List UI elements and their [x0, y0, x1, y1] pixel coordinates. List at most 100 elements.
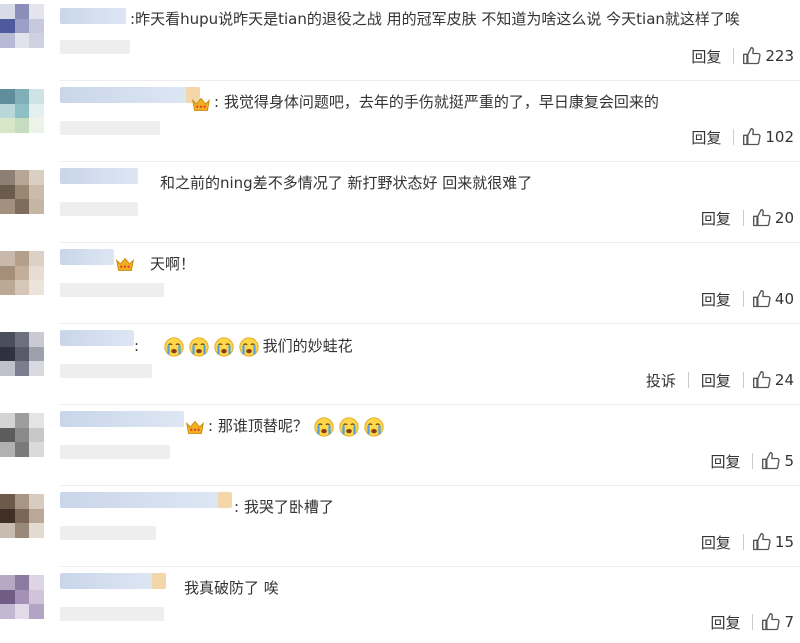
comment-item: 和之前的ning差不多情况了 新打野状态好 回来就很难了 回复 20: [0, 162, 800, 243]
thumbs-up-icon: [762, 613, 781, 631]
username-blurred[interactable]: [60, 411, 184, 427]
comment-text: :昨天看hupu说昨天是tian的退役之战 用的冠军皮肤 不知道为啥这么说 今天…: [130, 8, 740, 30]
reply-button[interactable]: 回复: [706, 451, 744, 472]
thumbs-up-icon: [743, 47, 761, 65]
crying-face-icon: [164, 336, 184, 357]
action-divider: [742, 210, 744, 226]
crown-icon: [186, 420, 204, 434]
comment-body: 和之前的ning差不多情况了 新打野状态好 回来就很难了: [160, 174, 533, 192]
comment-actions: 回复 7: [706, 611, 794, 633]
like-count: 5: [784, 452, 794, 470]
action-divider: [752, 614, 754, 630]
like-count: 102: [765, 128, 794, 146]
meta-blurred: [60, 40, 130, 54]
comment-body: 我们的妙蛙花: [262, 337, 353, 355]
comment-actions: 回复 20: [697, 207, 794, 229]
like-button[interactable]: 223: [742, 46, 794, 66]
reply-button[interactable]: 回复: [697, 208, 735, 229]
comment-text: : 我哭了卧槽了: [234, 496, 334, 518]
comment-actions: 回复 5: [706, 450, 794, 472]
crying-face-icon: [314, 416, 334, 437]
username-blurred[interactable]: [60, 249, 114, 265]
username-blurred[interactable]: [60, 492, 220, 508]
report-button[interactable]: 投诉: [642, 370, 680, 391]
username-blurred-tail: [152, 573, 166, 589]
username-blurred[interactable]: [60, 330, 134, 346]
crying-face-icon: [364, 416, 384, 437]
comment-item: : 我觉得身体问题吧，去年的手伤就挺严重的了，早日康复会回来的 回复 102: [0, 81, 800, 162]
comment-text: : 我们的妙蛙花: [134, 335, 353, 358]
comment-text: 我真破防了 唉: [184, 577, 279, 599]
comment-text: : 那谁顶替呢？: [208, 415, 388, 438]
like-button[interactable]: 20: [752, 208, 794, 228]
action-divider: [742, 372, 744, 388]
like-button[interactable]: 7: [761, 612, 794, 632]
like-count: 223: [765, 47, 794, 65]
meta-blurred: [60, 202, 138, 216]
comment-item: : 那谁顶替呢？ 回复 5: [0, 405, 800, 486]
thumbs-up-icon: [762, 452, 781, 470]
reply-button[interactable]: 回复: [697, 289, 735, 310]
like-button[interactable]: 102: [742, 127, 794, 147]
colon-label: :: [134, 337, 140, 355]
avatar[interactable]: [0, 4, 44, 48]
action-divider: [742, 534, 744, 550]
comment-item: :昨天看hupu说昨天是tian的退役之战 用的冠军皮肤 不知道为啥这么说 今天…: [0, 0, 800, 81]
action-divider: [752, 453, 754, 469]
crown-icon: [116, 257, 134, 271]
crying-face-icon: [189, 336, 209, 357]
meta-blurred: [60, 283, 164, 297]
reply-button[interactable]: 回复: [697, 370, 735, 391]
thumbs-up-icon: [752, 533, 771, 551]
comment-body: 我觉得身体问题吧，去年的手伤就挺严重的了，早日康复会回来的: [223, 93, 659, 111]
comment-actions: 回复 223: [687, 45, 794, 67]
action-divider: [733, 48, 735, 64]
avatar[interactable]: [0, 494, 44, 538]
thumbs-up-icon: [752, 371, 771, 389]
username-blurred[interactable]: [60, 168, 138, 184]
like-button[interactable]: 5: [761, 451, 794, 471]
colon-label: :: [208, 417, 214, 435]
comment-actions: 回复 15: [697, 531, 794, 553]
action-divider: [742, 291, 744, 307]
comment-item: : 我哭了卧槽了 回复 15: [0, 486, 800, 567]
avatar[interactable]: [0, 413, 44, 457]
avatar[interactable]: [0, 575, 44, 619]
thumbs-up-icon: [752, 290, 771, 308]
meta-blurred: [60, 526, 156, 540]
comment-item: 天啊！ 回复 40: [0, 243, 800, 324]
comment-body: 我哭了卧槽了: [243, 498, 334, 516]
meta-blurred: [60, 607, 164, 621]
reply-button[interactable]: 回复: [697, 532, 735, 553]
like-button[interactable]: 15: [752, 532, 794, 552]
comment-actions: 回复 102: [687, 126, 794, 148]
like-button[interactable]: 40: [752, 289, 794, 309]
meta-blurred: [60, 364, 152, 378]
thumbs-up-icon: [743, 127, 761, 146]
comment-text: 天啊！: [150, 253, 195, 275]
avatar[interactable]: [0, 332, 44, 376]
username-blurred[interactable]: [60, 87, 188, 103]
username-blurred[interactable]: [60, 573, 154, 589]
reply-button[interactable]: 回复: [687, 46, 725, 67]
like-button[interactable]: 24: [752, 370, 794, 390]
username-blurred[interactable]: [60, 8, 126, 24]
comment-text: 和之前的ning差不多情况了 新打野状态好 回来就很难了: [160, 172, 532, 194]
avatar[interactable]: [0, 170, 44, 214]
reply-button[interactable]: 回复: [687, 127, 725, 148]
avatar[interactable]: [0, 89, 44, 133]
avatar[interactable]: [0, 251, 44, 295]
reply-button[interactable]: 回复: [706, 612, 744, 633]
like-count: 15: [774, 533, 794, 551]
comment-actions: 投诉 回复 24: [642, 369, 794, 391]
comment-item: 我真破防了 唉 回复 7: [0, 567, 800, 643]
comment-body: 昨天看hupu说昨天是tian的退役之战 用的冠军皮肤 不知道为啥这么说 今天t…: [135, 10, 740, 28]
comment-actions: 回复 40: [697, 288, 794, 310]
comment-text: : 我觉得身体问题吧，去年的手伤就挺严重的了，早日康复会回来的: [214, 91, 659, 113]
like-count: 40: [774, 290, 794, 308]
colon-label: :: [214, 93, 220, 111]
thumbs-up-icon: [752, 209, 771, 227]
meta-blurred: [60, 445, 170, 459]
crying-face-icon: [239, 336, 259, 357]
action-divider: [687, 372, 689, 388]
